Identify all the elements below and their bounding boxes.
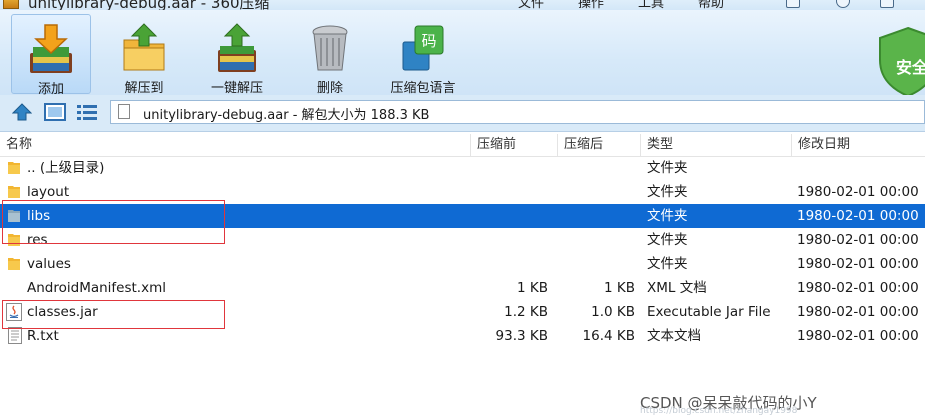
highlight-box-classes-jar — [2, 300, 225, 329]
folder-icon — [8, 258, 20, 270]
file-row[interactable]: .. (上级目录) 文件夹 — [0, 156, 925, 180]
file-type: 文件夹 — [647, 208, 688, 224]
file-row[interactable]: values 文件夹 1980-02-01 00:00 — [0, 252, 925, 276]
file-date: 1980-02-01 00:00 — [797, 328, 919, 344]
archive-language-label: 压缩包语言 — [390, 81, 456, 96]
watermark-url: https://blog.csdn.net/zhangay1998 — [640, 406, 798, 416]
list-view-icon[interactable] — [76, 103, 98, 121]
file-type: 文件夹 — [647, 256, 688, 272]
file-date: 1980-02-01 00:00 — [797, 232, 919, 248]
trash-bin-icon — [312, 25, 348, 71]
column-type[interactable]: 类型 — [640, 134, 791, 156]
file-type: 文件夹 — [647, 232, 688, 248]
highlight-box-libs-res — [2, 200, 225, 244]
file-name: .. (上级目录) — [27, 160, 105, 176]
menu-file[interactable]: 文件 — [518, 0, 544, 10]
minimize-button[interactable] — [880, 0, 894, 8]
file-type: 文件夹 — [647, 184, 688, 200]
column-date[interactable]: 修改日期 — [791, 134, 925, 156]
one-click-extract-button[interactable]: 一键解压 — [197, 14, 277, 96]
column-after[interactable]: 压缩后 — [557, 134, 640, 156]
archive-path: unitylibrary-debug.aar - 解包大小为 188.3 KB — [143, 108, 430, 123]
extract-to-label: 解压到 — [124, 81, 164, 96]
security-badge[interactable]: 安全 — [878, 26, 925, 98]
file-size-before: 1 KB — [517, 280, 548, 296]
text-file-icon — [8, 327, 22, 344]
file-date: 1980-02-01 00:00 — [797, 256, 919, 272]
folder-icon — [8, 162, 20, 174]
add-books-icon — [30, 24, 72, 73]
file-type: XML 文档 — [647, 280, 707, 296]
menu-help[interactable]: 帮助 — [698, 0, 724, 10]
delete-label: 删除 — [316, 81, 343, 96]
large-icon-view-icon[interactable] — [44, 103, 66, 121]
extract-folder-icon — [123, 23, 165, 71]
app-icon — [3, 0, 19, 9]
one-click-extract-label: 一键解压 — [210, 81, 263, 96]
file-row[interactable]: AndroidManifest.xml 1 KB 1 KB XML 文档 198… — [0, 276, 925, 300]
add-button[interactable]: 添加 — [11, 14, 91, 97]
menu-tools[interactable]: 工具 — [638, 0, 664, 10]
file-date: 1980-02-01 00:00 — [797, 184, 919, 200]
file-date: 1980-02-01 00:00 — [797, 304, 919, 320]
title-bar: unitylibrary-debug.aar - 360压缩 文件 操作 工具 … — [0, 0, 925, 10]
window-option-button[interactable] — [836, 0, 850, 8]
file-size-after: 1.0 KB — [591, 304, 635, 320]
restore-window-button[interactable] — [786, 0, 800, 8]
archive-language-icon: 码 — [402, 25, 444, 71]
column-before[interactable]: 压缩前 — [470, 134, 557, 156]
one-click-extract-icon — [218, 23, 256, 72]
column-name[interactable]: 名称 — [0, 134, 470, 156]
window-title: unitylibrary-debug.aar - 360压缩 — [28, 0, 270, 10]
address-bar: unitylibrary-debug.aar - 解包大小为 188.3 KB — [0, 95, 925, 132]
file-size-before: 93.3 KB — [495, 328, 548, 344]
up-arrow-icon[interactable] — [12, 103, 32, 121]
folder-icon — [8, 186, 20, 198]
file-size-after: 16.4 KB — [582, 328, 635, 344]
file-name: AndroidManifest.xml — [27, 280, 166, 296]
file-date: 1980-02-01 00:00 — [797, 208, 919, 224]
file-type: Executable Jar File — [647, 304, 771, 320]
file-type: 文本文档 — [647, 328, 701, 344]
file-list-header: 名称 压缩前 压缩后 类型 修改日期 — [0, 134, 925, 157]
file-size-after: 1 KB — [604, 280, 635, 296]
extract-to-button[interactable]: 解压到 — [104, 14, 184, 96]
path-field[interactable]: unitylibrary-debug.aar - 解包大小为 188.3 KB — [110, 100, 925, 124]
menu-operate[interactable]: 操作 — [578, 0, 604, 10]
file-type: 文件夹 — [647, 160, 688, 176]
security-label: 安全 — [896, 58, 925, 77]
file-size-before: 1.2 KB — [504, 304, 548, 320]
delete-button[interactable]: 删除 — [290, 14, 370, 96]
toolbar: 添加 解压到 一键解压 删除 码 压缩包语言 安全 — [0, 10, 925, 98]
file-date: 1980-02-01 00:00 — [797, 280, 919, 296]
document-icon — [118, 104, 130, 119]
svg-text:码: 码 — [421, 32, 436, 50]
archive-language-button[interactable]: 码 压缩包语言 — [383, 14, 463, 96]
file-name: values — [27, 256, 71, 272]
